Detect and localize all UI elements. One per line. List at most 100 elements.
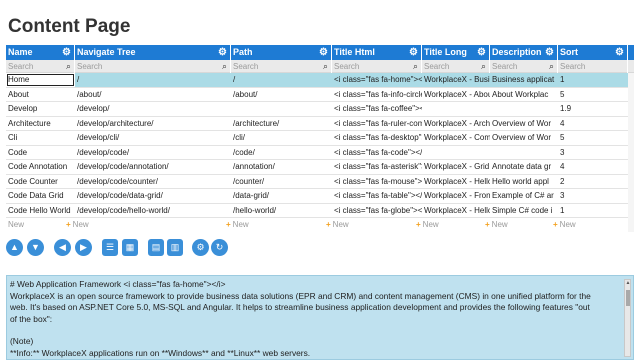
cell-name[interactable]: Develop xyxy=(6,102,75,116)
column-header-title-html[interactable]: Title Html ⚙ xyxy=(332,45,422,60)
cell-desc[interactable]: Hello world appl xyxy=(490,175,558,189)
table-row[interactable]: Architecture/develop/architecture//archi… xyxy=(6,117,634,131)
cell-nav[interactable]: / xyxy=(75,73,231,87)
gear-icon[interactable]: ⚙ xyxy=(318,47,329,58)
search-input-name[interactable]: Search xyxy=(6,60,75,73)
cell-title-long[interactable]: WorkplaceX - Command Line Interface xyxy=(422,131,490,145)
cell-nav[interactable]: /develop/code/counter/ xyxy=(75,175,231,189)
cell-sort[interactable]: 5 xyxy=(558,88,628,102)
new-cell-navigate-tree[interactable]: + New xyxy=(66,218,226,231)
cell-sort[interactable]: 1 xyxy=(558,204,628,218)
cell-html[interactable]: <i class="fas fa-globe"></i> xyxy=(332,204,422,218)
cell-sort[interactable]: 1.9 xyxy=(558,102,628,116)
column-header-name[interactable]: Name ⚙ xyxy=(6,45,75,60)
cell-desc[interactable]: About Workplac xyxy=(490,88,558,102)
cell-title-long[interactable] xyxy=(422,146,490,160)
cell-path[interactable]: /hello-world/ xyxy=(231,204,332,218)
table-row[interactable]: Code/develop/code//code/<i class="fas fa… xyxy=(6,146,634,160)
content-text-panel[interactable]: # Web Application Framework <i class="fa… xyxy=(6,275,634,360)
cell-name[interactable]: Code Counter xyxy=(6,175,75,189)
chevron-left-icon[interactable]: ◀ xyxy=(54,239,71,256)
cell-nav[interactable]: /about/ xyxy=(75,88,231,102)
cell-path[interactable]: /counter/ xyxy=(231,175,332,189)
cell-name[interactable]: Code Data Grid xyxy=(6,189,75,203)
cell-title-long[interactable]: WorkplaceX - Architecture xyxy=(422,117,490,131)
table-row[interactable]: Develop/develop/ <i class="fas fa-coffee"… xyxy=(6,102,634,117)
cell-html[interactable]: <i class="fas fa-home"></i> xyxy=(332,73,422,87)
cell-title-long[interactable] xyxy=(422,102,490,116)
cell-name[interactable]: Architecture xyxy=(6,117,75,131)
gear-icon[interactable]: ⚙ xyxy=(476,47,487,58)
grid-scrollbar[interactable] xyxy=(628,73,634,232)
cell-nav[interactable]: /develop/architecture/ xyxy=(75,117,231,131)
gear-icon[interactable]: ⚙ xyxy=(544,47,555,58)
cell-path[interactable]: /data-grid/ xyxy=(231,189,332,203)
cell-nav[interactable]: /develop/code/data-grid/ xyxy=(75,189,231,203)
cell-sort[interactable]: 3 xyxy=(558,189,628,203)
column-header-navigate-tree[interactable]: Navigate Tree ⚙ xyxy=(75,45,231,60)
cell-name[interactable]: Code Hello World xyxy=(6,204,75,218)
cell-html[interactable]: <i class="fas fa-code"></i> xyxy=(332,146,422,160)
cell-name[interactable]: Code xyxy=(6,146,75,160)
cell-sort[interactable]: 4 xyxy=(558,160,628,174)
gear-icon[interactable]: ⚙ xyxy=(192,239,209,256)
cell-desc[interactable]: Annotate data gr xyxy=(490,160,558,174)
cell-path[interactable]: /architecture/ xyxy=(231,117,332,131)
cell-desc[interactable]: Example of C# ar xyxy=(490,189,558,203)
chevron-right-icon[interactable]: ▶ xyxy=(75,239,92,256)
cell-desc[interactable]: Simple C# code i xyxy=(490,204,558,218)
cell-html[interactable]: <i class="fas fa-mouse"></i> xyxy=(332,175,422,189)
search-input-title-html[interactable]: Search xyxy=(332,60,422,73)
table-row[interactable]: About/about//about/<i class="fas fa-info… xyxy=(6,88,634,102)
chevron-up-icon[interactable]: ▲ xyxy=(6,239,23,256)
cell-title-long[interactable]: WorkplaceX - Business Application Framew… xyxy=(422,73,490,87)
cell-nav[interactable]: /develop/code/hello-world/ xyxy=(75,204,231,218)
column-header-path[interactable]: Path ⚙ xyxy=(231,45,332,60)
cell-nav[interactable]: /develop/cli/ xyxy=(75,131,231,145)
scroll-up-icon[interactable]: ▲ xyxy=(625,280,631,286)
cell-html[interactable]: <i class="fas fa-ruler-combined"></i> xyxy=(332,117,422,131)
cell-sort[interactable]: 5 xyxy=(558,131,628,145)
cell-nav[interactable]: /develop/code/annotation/ xyxy=(75,160,231,174)
cell-desc[interactable] xyxy=(490,146,558,160)
cell-name[interactable]: Cli xyxy=(6,131,75,145)
cell-nav[interactable]: /develop/ xyxy=(75,102,231,116)
list-icon[interactable]: ☰ xyxy=(102,239,118,256)
search-input-navigate-tree[interactable]: Search xyxy=(75,60,231,73)
cell-sort[interactable]: 3 xyxy=(558,146,628,160)
cell-desc[interactable]: Overview of Wor xyxy=(490,117,558,131)
table-row[interactable]: Code Data Grid/develop/code/data-grid//d… xyxy=(6,189,634,204)
cell-title-long[interactable]: WorkplaceX - Hello World Counter xyxy=(422,175,490,189)
cell-nav[interactable]: /develop/code/ xyxy=(75,146,231,160)
chevron-down-icon[interactable]: ▼ xyxy=(27,239,44,256)
gear-icon[interactable]: ⚙ xyxy=(614,47,625,58)
gear-icon[interactable]: ⚙ xyxy=(217,47,228,58)
refresh-icon[interactable]: ↻ xyxy=(211,239,228,256)
table-row[interactable]: Cli/develop/cli//cli/<i class="fas fa-de… xyxy=(6,131,634,146)
cell-title-long[interactable]: WorkplaceX - Grid Annotation xyxy=(422,160,490,174)
cell-html[interactable]: <i class="fas fa-coffee"></i> xyxy=(332,102,422,116)
cell-name[interactable]: Home xyxy=(6,73,75,87)
scroll-thumb[interactable] xyxy=(626,290,630,306)
cell-sort[interactable]: 1 xyxy=(558,73,628,87)
search-input-path[interactable]: Search xyxy=(231,60,332,73)
gear-icon[interactable]: ⚙ xyxy=(61,47,72,58)
cell-title-long[interactable]: WorkplaceX - Frontend Data Grid xyxy=(422,189,490,203)
column-header-description[interactable]: Description ⚙ xyxy=(490,45,558,60)
cell-path[interactable]: /annotation/ xyxy=(231,160,332,174)
cell-desc[interactable]: Overview of Wor xyxy=(490,131,558,145)
column-header-sort[interactable]: Sort ⚙ xyxy=(558,45,628,60)
cell-path[interactable] xyxy=(231,102,332,116)
new-cell-description[interactable]: + New xyxy=(485,218,555,231)
cell-sort[interactable]: 2 xyxy=(558,175,628,189)
search-input-description[interactable]: Search xyxy=(490,60,558,73)
cell-html[interactable]: <i class="fas fa-info-circle"></i> xyxy=(332,88,422,102)
cell-title-long[interactable]: WorkplaceX - About xyxy=(422,88,490,102)
file-text-icon[interactable]: ▥ xyxy=(167,239,183,256)
cell-desc[interactable] xyxy=(490,102,558,116)
cell-sort[interactable]: 4 xyxy=(558,117,628,131)
file-icon[interactable]: ▤ xyxy=(148,239,164,256)
cell-name[interactable]: Code Annotation xyxy=(6,160,75,174)
content-text[interactable]: # Web Application Framework <i class="fa… xyxy=(7,276,633,359)
cell-html[interactable]: <i class="fas fa-desktop"></i> xyxy=(332,131,422,145)
